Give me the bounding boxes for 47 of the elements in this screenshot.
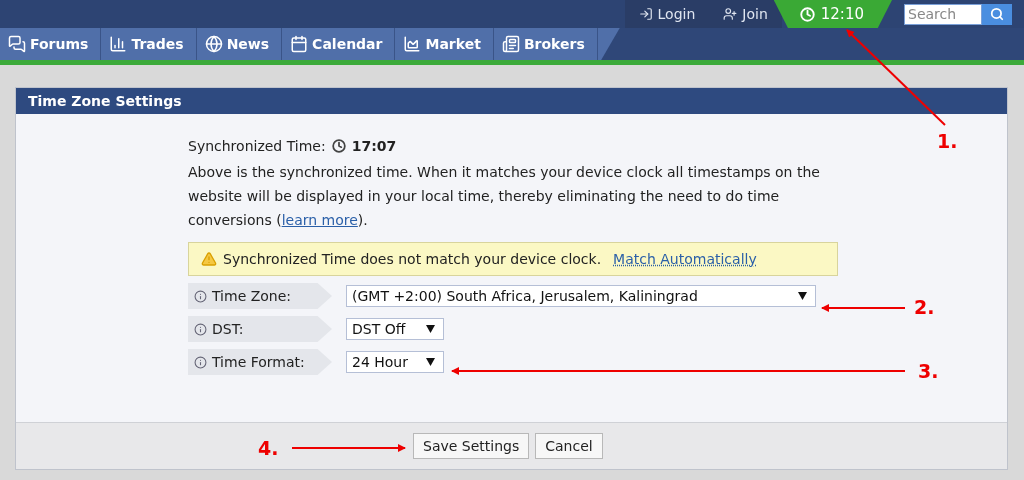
info-icon [194, 322, 207, 336]
search-icon [990, 7, 1004, 21]
clock-icon [331, 139, 346, 153]
speech-bubbles-icon [8, 35, 26, 53]
user-plus-icon [723, 7, 738, 21]
annotation-number: 1. [937, 130, 958, 152]
info-icon [194, 355, 207, 369]
dropdown[interactable]: (GMT +2:00) South Africa, Jerusalem, Kaliningrad [346, 285, 816, 307]
panel-title: Time Zone Settings [16, 88, 1007, 114]
save-button[interactable]: Save Settings [413, 433, 530, 459]
nav-tab[interactable]: Market [395, 28, 494, 60]
login-link[interactable]: Login [624, 0, 710, 28]
sync-label: Synchronized Time: [188, 138, 326, 154]
dropdown[interactable]: 24 Hour [346, 351, 444, 373]
caret-icon [798, 292, 807, 300]
field-label: Time Format: [188, 349, 332, 375]
nav-tab[interactable]: Brokers [493, 28, 598, 60]
dropdown[interactable]: DST Off [346, 318, 444, 340]
search-field[interactable]: Search [904, 3, 982, 25]
learn-more-link[interactable]: learn more [281, 212, 358, 228]
warning-icon [201, 251, 217, 267]
warning-text: Synchronized Time does not match your device clock. [223, 251, 602, 267]
description-text: Above is the synchronized time. When it matches your device clock all timestamps on the website will be displayed in your local time, thereby eliminating the need to do time conversions (learn more). [188, 163, 821, 230]
nav-tab[interactable]: Trades [101, 28, 197, 60]
field-label: Time Zone: [188, 283, 332, 309]
login-icon [638, 7, 653, 21]
cancel-button[interactable]: Cancel [535, 433, 603, 459]
match-automatically-link[interactable]: Match Automatically [613, 251, 757, 267]
caret-icon [426, 358, 435, 366]
sync-time: 17:07 [351, 138, 397, 154]
newspaper-icon [501, 35, 520, 53]
nav-tab[interactable]: News [196, 28, 283, 60]
caret-icon [426, 325, 435, 333]
clock-icon [799, 6, 815, 22]
info-icon [194, 289, 207, 303]
nav-tab[interactable]: Forums [0, 28, 102, 60]
annotation-number: 4. [258, 437, 279, 459]
field-label: DST: [188, 316, 332, 342]
annotation-number: 3. [918, 360, 939, 382]
join-link[interactable]: Join [709, 0, 782, 28]
nav-tab[interactable]: Calendar [282, 28, 396, 60]
annotation-number: 2. [914, 296, 935, 318]
globe-icon [204, 35, 223, 53]
bar-chart-icon [109, 35, 128, 53]
area-chart-icon [403, 35, 422, 53]
search-button[interactable] [982, 3, 1012, 25]
calendar-icon [290, 35, 309, 53]
